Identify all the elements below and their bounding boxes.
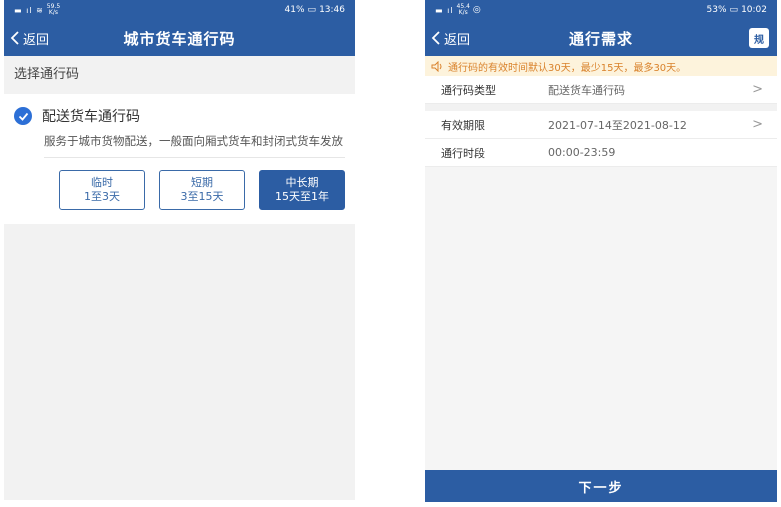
network-speed: 45.4 K/s xyxy=(456,3,470,16)
back-button[interactable]: 返回 xyxy=(431,20,470,56)
battery-percent: 53% xyxy=(706,5,727,15)
pass-type-label: 通行码类型 xyxy=(441,83,496,97)
screen-pass-requirement: ▬ ıl 45.4 K/s ◎ 53% ▭ 10:02 返回 通行需求 规 通行… xyxy=(425,0,777,502)
signal-icon: ▬ ıl xyxy=(435,5,454,15)
battery-percent: 41% xyxy=(284,5,305,15)
screen-truck-pass-select: ▬ ıl ≋ 59.5 K/s 41% ▭ 13:46 返回 城市货车通行码 选… xyxy=(4,0,355,500)
period-range: 15天至1年 xyxy=(275,190,329,203)
page-title: 通行需求 xyxy=(568,29,633,48)
period-short-button[interactable]: 短期 3至15天 xyxy=(159,170,245,210)
validity-period-row[interactable]: 有效期限 2021-07-14至2021-08-12 > xyxy=(425,111,777,139)
time-slot-value: 00:00-23:59 xyxy=(548,146,616,159)
nav-bar: 返回 城市货车通行码 xyxy=(4,20,355,56)
pass-option-description: 服务于城市货物配送，一般面向厢式货车和封闭式货车发放 xyxy=(44,134,345,158)
back-label: 返回 xyxy=(444,32,471,48)
clock: 13:46 xyxy=(319,5,345,15)
page-title: 城市货车通行码 xyxy=(123,29,236,48)
status-bar: ▬ ıl 45.4 K/s ◎ 53% ▭ 10:02 xyxy=(425,0,777,20)
period-long-button[interactable]: 中长期 15天至1年 xyxy=(259,170,345,210)
clock: 10:02 xyxy=(741,5,767,15)
period-name: 临时 xyxy=(91,176,113,189)
chevron-right-icon: > xyxy=(752,117,763,132)
period-range: 1至3天 xyxy=(84,190,120,203)
speaker-icon xyxy=(431,60,442,72)
time-slot-label: 通行时段 xyxy=(441,146,485,160)
period-name: 中长期 xyxy=(285,176,319,189)
period-name: 短期 xyxy=(191,176,213,189)
signal-wifi-icon: ▬ ıl ≋ xyxy=(14,5,44,15)
chevron-left-icon xyxy=(10,31,19,45)
back-label: 返回 xyxy=(23,32,50,48)
pass-type-value: 配送货车通行码 xyxy=(548,83,625,97)
rules-document-icon[interactable]: 规 xyxy=(749,28,769,48)
check-circle-icon[interactable] xyxy=(14,107,32,125)
battery-icon: ▭ xyxy=(307,5,317,15)
section-title: 选择通行码 xyxy=(4,56,355,94)
network-speed: 59.5 K/s xyxy=(46,3,61,16)
period-temporary-button[interactable]: 临时 1至3天 xyxy=(59,170,145,210)
back-button[interactable]: 返回 xyxy=(10,20,49,56)
divider xyxy=(425,104,777,111)
pass-type-row[interactable]: 通行码类型 配送货车通行码 > xyxy=(425,76,777,104)
notice-bar: 通行码的有效时间默认30天，最少15天，最多30天。 xyxy=(425,56,777,76)
empty-area xyxy=(4,224,355,500)
pass-option-delivery[interactable]: 配送货车通行码 xyxy=(14,106,345,126)
pass-option-label: 配送货车通行码 xyxy=(42,109,140,125)
time-slot-row[interactable]: 通行时段 00:00-23:59 xyxy=(425,139,777,167)
period-range: 3至15天 xyxy=(180,190,224,203)
nav-bar: 返回 通行需求 规 xyxy=(425,20,777,56)
battery-icon: ▭ xyxy=(729,5,739,15)
location-icon: ◎ xyxy=(472,5,481,15)
period-selector: 临时 1至3天 短期 3至15天 中长期 15天至1年 xyxy=(59,170,345,210)
next-step-button[interactable]: 下一步 xyxy=(425,470,777,502)
chevron-left-icon xyxy=(431,31,440,45)
validity-period-value: 2021-07-14至2021-08-12 xyxy=(548,118,687,132)
chevron-right-icon: > xyxy=(752,82,763,97)
notice-text: 通行码的有效时间默认30天，最少15天，最多30天。 xyxy=(448,62,687,74)
status-bar: ▬ ıl ≋ 59.5 K/s 41% ▭ 13:46 xyxy=(4,0,355,20)
validity-period-label: 有效期限 xyxy=(441,118,485,132)
